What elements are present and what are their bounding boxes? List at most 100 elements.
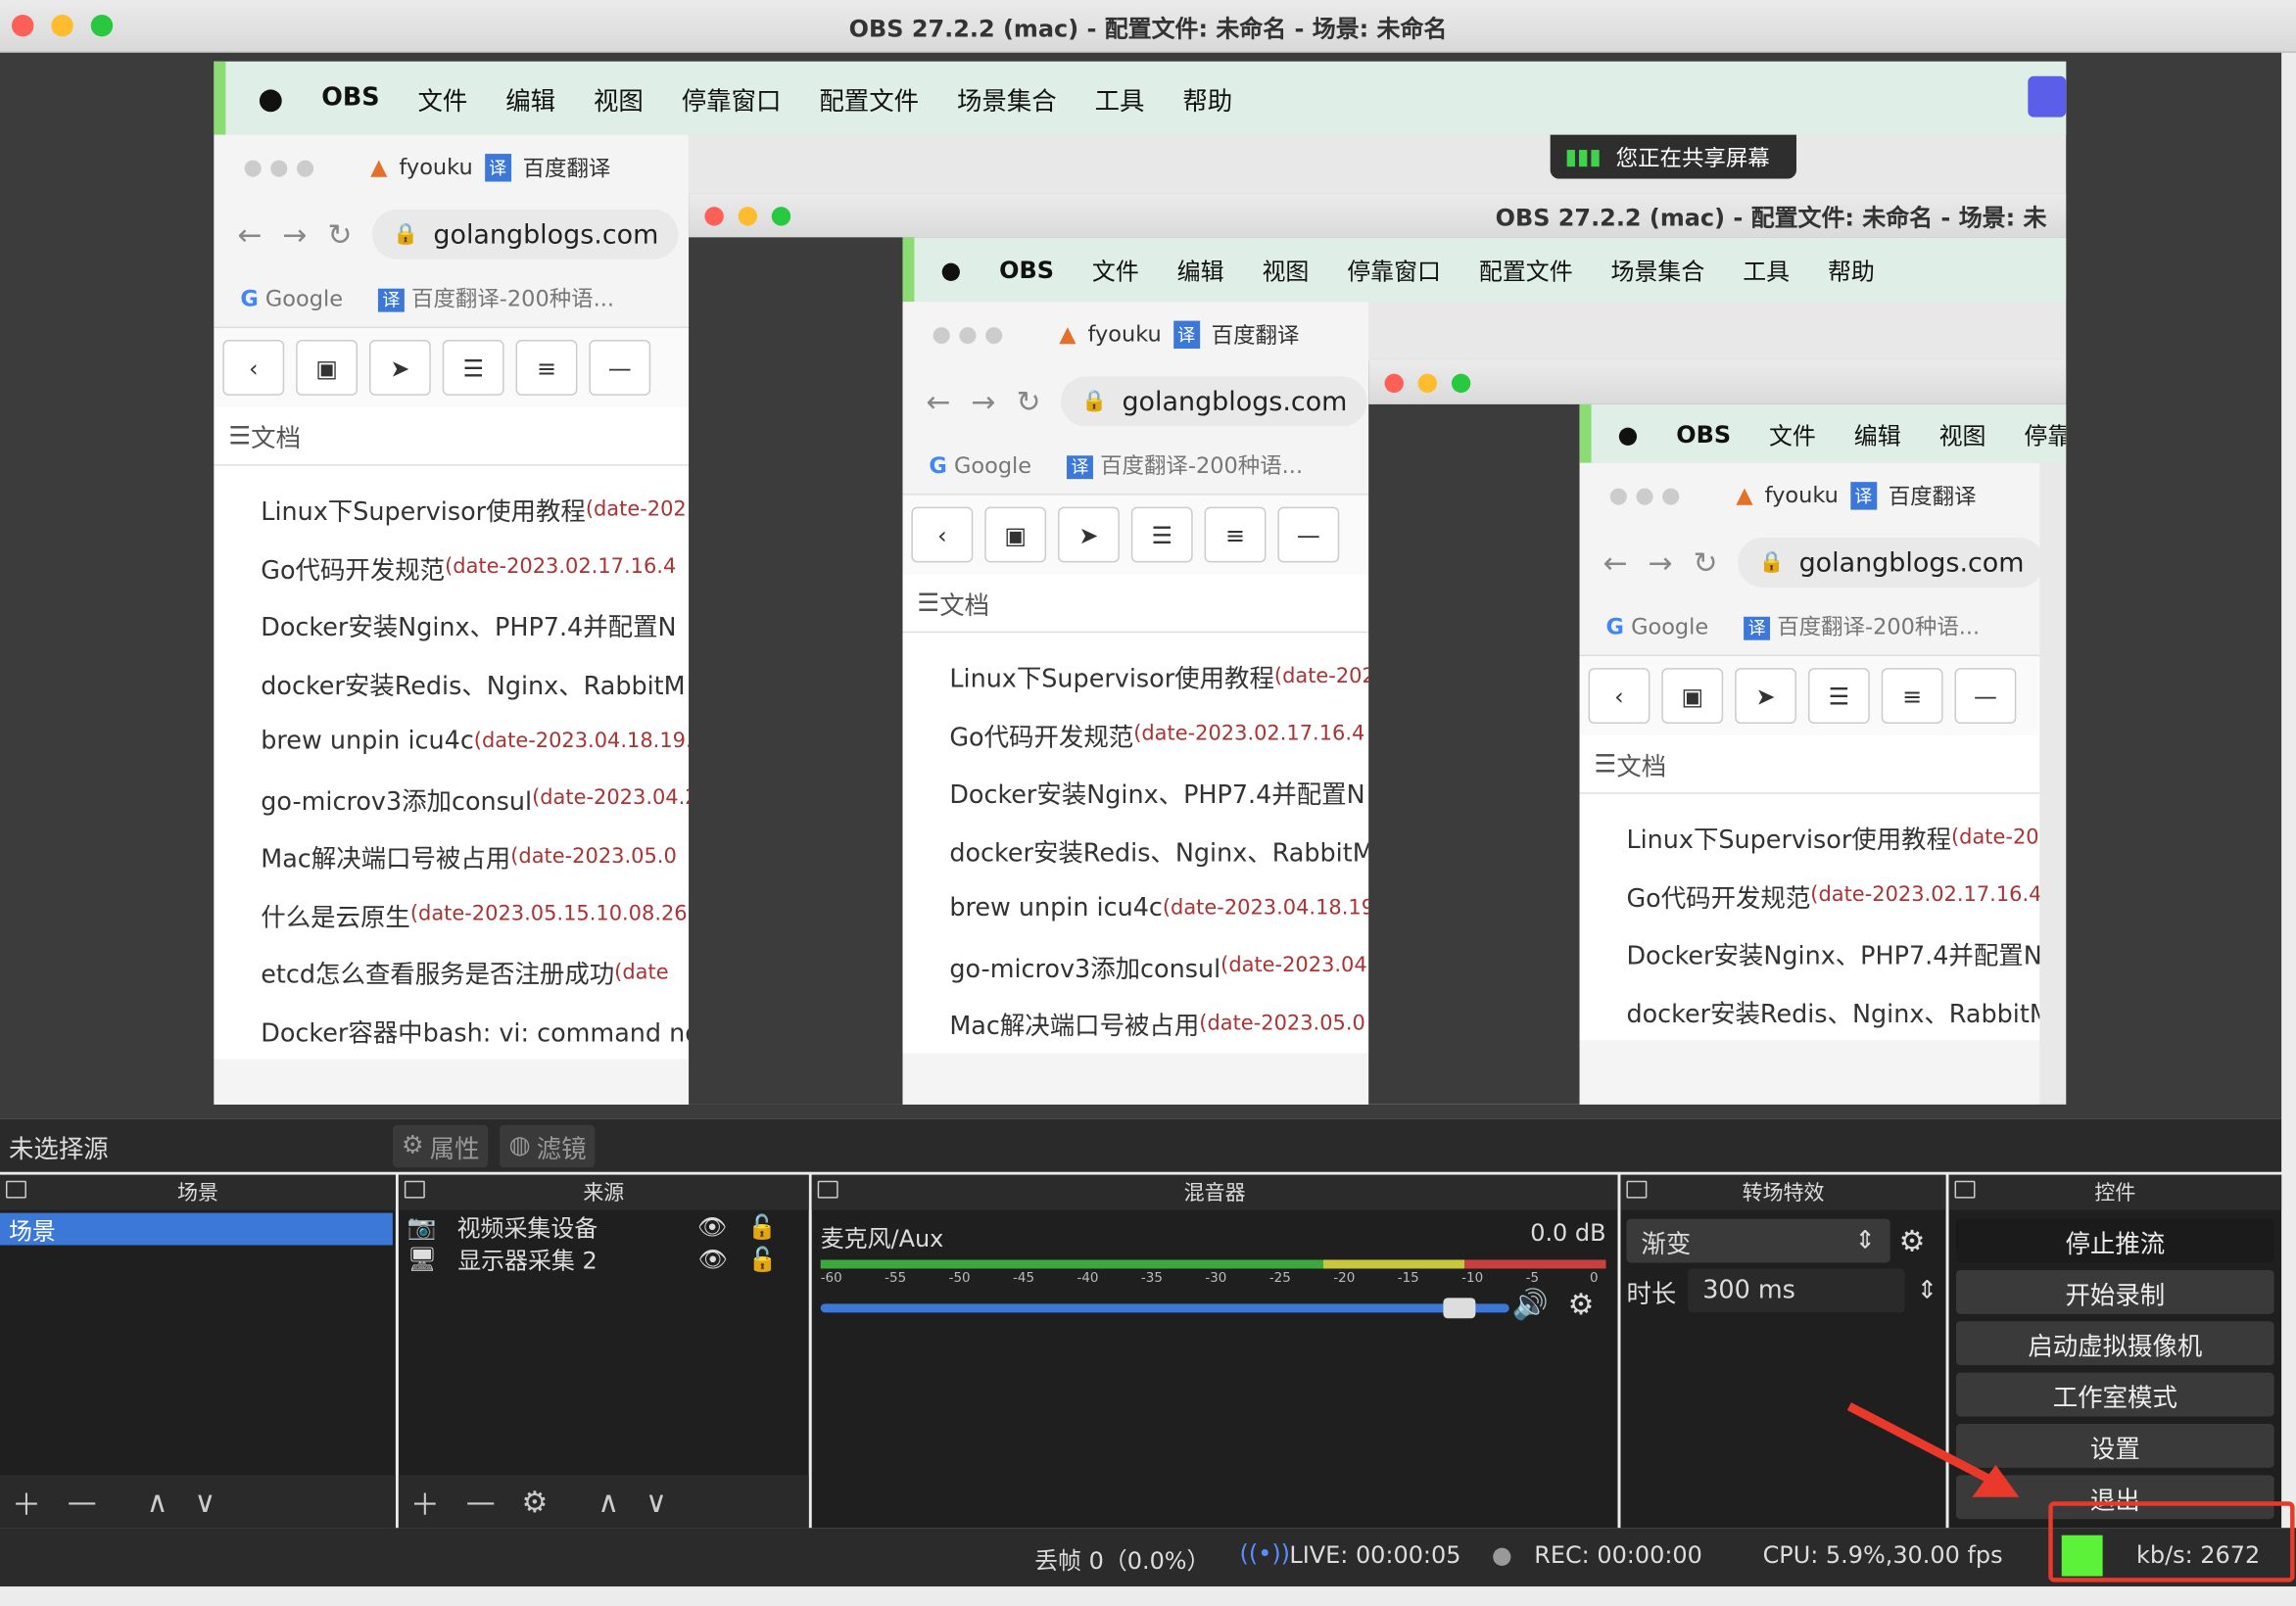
send-icon: ➤ — [368, 340, 431, 396]
window-title: OBS 27.2.2 (mac) - 配置文件: 未命名 - 场景: 未命名 — [848, 14, 1448, 42]
move-down-icon[interactable]: ∨ — [646, 1484, 667, 1519]
stepper-icon[interactable]: ⇕ — [1917, 1276, 1937, 1305]
status-bar: 丢帧 0（0.0%） ((•)) LIVE: 00:00:05 ● REC: 0… — [0, 1501, 2296, 1587]
volume-slider[interactable] — [820, 1298, 1509, 1319]
lock-icon[interactable]: 🔓 — [748, 1245, 778, 1272]
menu-icon: ☰ — [228, 421, 252, 450]
menu-dock: 停靠窗口 — [681, 87, 782, 117]
traffic-lights-icon: ● ● ● — [243, 154, 315, 180]
scene-item[interactable]: 场景 — [0, 1212, 393, 1246]
dock-undock-icon[interactable] — [817, 1180, 838, 1199]
signal-icon: ▮▮▮ — [1564, 143, 1602, 170]
start-virtual-camera-button[interactable]: 启动虚拟摄像机 — [1956, 1321, 2274, 1366]
bookmark-google: Google — [264, 284, 344, 311]
list-item: Linux下Supervisor使用教程 (date-202 — [261, 497, 687, 528]
record-dot-icon: ● — [1491, 1540, 1512, 1570]
menu-help: 帮助 — [1182, 87, 1233, 117]
zoom-window-button[interactable] — [90, 14, 114, 37]
list-item: Docker容器中bash: vi: command no — [261, 1018, 690, 1049]
duration-input[interactable]: 300 ms — [1688, 1268, 1905, 1313]
no-source-label: 未选择源 — [8, 1134, 109, 1164]
add-icon[interactable]: ＋ — [410, 1481, 440, 1523]
save-icon: ▣ — [296, 340, 358, 396]
gear-icon[interactable]: ⚙ — [1568, 1286, 1595, 1321]
minimize-window-button[interactable] — [51, 14, 73, 37]
browser-tabs: ● ● ● ▲ fyouku 译 百度翻译 — [214, 135, 689, 200]
mixer-track-header: 麦克风/Aux 0.0 dB — [812, 1210, 1618, 1254]
source-toolbar: 未选择源 ⚙ 属性 ◍ 滤镜 — [0, 1118, 2282, 1172]
dock-undock-icon[interactable] — [5, 1180, 26, 1199]
doc-list: Linux下Supervisor使用教程 (date-202 Go代码开发规范 (d… — [214, 465, 690, 1060]
controls-title: 控件 — [2094, 1182, 2136, 1206]
filters-button[interactable]: ◍ 滤镜 — [500, 1124, 596, 1167]
meter-tick: -50 — [948, 1271, 971, 1287]
gear-icon[interactable]: ⚙ — [1899, 1223, 1926, 1258]
annotation-arrow — [1846, 1402, 2020, 1497]
close-window-button[interactable] — [11, 14, 34, 37]
remove-icon[interactable]: — — [466, 1484, 496, 1519]
duration-label: 时长 — [1626, 1279, 1677, 1309]
share-banner-text: 您正在共享屏幕 — [1615, 144, 1770, 171]
docs-tab: ☰ 文档 — [214, 406, 690, 466]
list-item: Go代码开发规范 (date-2023.02.17.16.4 — [261, 555, 677, 586]
start-recording-button[interactable]: 开始录制 — [1956, 1269, 2274, 1314]
mixer-dock: 混音器 麦克风/Aux 0.0 dB -60 -55 -50 -45 -40 -35 -30-… — [811, 1174, 1618, 1529]
speaker-icon[interactable]: 🔊 — [1512, 1286, 1549, 1321]
bookmarks-bar: G Google 译 百度翻译-200种语... — [214, 269, 690, 329]
captured-screen: ● OBS 文件 编辑 视图 停靠窗口 配置文件 场景集合 工具 帮助 ▮▮▮ … — [214, 61, 2067, 1105]
move-up-icon[interactable]: ∧ — [147, 1484, 168, 1519]
lock-icon[interactable]: 🔓 — [747, 1212, 777, 1240]
menu-edit: 编辑 — [505, 87, 556, 117]
filter-icon: ◍ — [508, 1130, 531, 1160]
menu-profile: 配置文件 — [819, 87, 920, 117]
meter-tick: -60 — [820, 1271, 842, 1287]
gitlab-icon: ▲ — [370, 154, 388, 180]
select-arrows-icon: ⇕ — [1854, 1226, 1876, 1255]
eye-icon[interactable]: 👁 — [697, 1212, 727, 1240]
transition-title: 转场特效 — [1742, 1182, 1825, 1206]
remove-icon[interactable]: — — [68, 1484, 97, 1519]
reload-icon: ↻ — [327, 216, 353, 253]
nested-capture: ● OBS 文件 编辑 视图 停靠窗口 配置文件 场景集合 工具 帮助 ● ● ● ▲ fyouku 译… — [902, 237, 2067, 1105]
menu-scene-collection: 场景集合 — [956, 87, 1057, 117]
monitor-icon: 🖥 — [407, 1244, 438, 1273]
back-arrow-icon: ← — [237, 216, 263, 253]
meter-tick: -25 — [1268, 1271, 1291, 1287]
meter-tick: -35 — [1140, 1271, 1163, 1287]
meter-tick: -15 — [1397, 1271, 1419, 1287]
menu-obs: OBS — [321, 83, 380, 114]
source-item[interactable]: 🖥 显示器采集 2 👁 🔓 — [399, 1243, 809, 1275]
translate-icon: 译 — [484, 153, 511, 181]
meter-tick: -10 — [1461, 1271, 1484, 1287]
gear-icon[interactable]: ⚙ — [522, 1484, 549, 1519]
dock-undock-icon[interactable] — [1954, 1180, 1976, 1199]
volume-slider-handle[interactable] — [1442, 1298, 1475, 1319]
eye-icon[interactable]: 👁 — [698, 1245, 728, 1272]
list-item: Mac解决端口号被占用 (date-2023.05.0 — [261, 844, 677, 875]
move-down-icon[interactable]: ∨ — [194, 1484, 215, 1519]
window-titlebar: OBS 27.2.2 (mac) - 配置文件: 未命名 - 场景: 未命名 — [0, 0, 2296, 53]
rec-time: REC: 00:00:00 — [1534, 1540, 1702, 1570]
mixer-title: 混音器 — [1183, 1182, 1246, 1206]
source-item[interactable]: 📷 视频采集设备 👁 🔓 — [399, 1210, 809, 1243]
stream-health-indicator — [2061, 1535, 2103, 1577]
apple-icon: ● — [258, 80, 284, 117]
move-up-icon[interactable]: ∧ — [598, 1484, 619, 1519]
dock-undock-icon[interactable] — [404, 1180, 425, 1199]
scenes-dock: 场景 场景 ＋ — ∧ ∨ — [0, 1174, 396, 1529]
transition-select[interactable]: 渐变 ⇕ — [1626, 1218, 1890, 1263]
chevron-left-icon: ‹ — [222, 340, 285, 396]
menu-view: 视图 — [594, 87, 644, 117]
dock-undock-icon[interactable] — [1626, 1180, 1648, 1199]
properties-button[interactable]: ⚙ 属性 — [392, 1124, 489, 1167]
nested-obs-window: ● ● ● OBS 27.2.2 (mac) - 配置文件: 未命名 - 场景: 未… — [689, 193, 2067, 1105]
list-item: brew unpin icu4c (date-2023.04.18.19.1 — [261, 726, 690, 756]
preview-canvas[interactable]: ● OBS 文件 编辑 视图 停靠窗口 配置文件 场景集合 工具 帮助 ▮▮▮ … — [0, 52, 2282, 1119]
browser-window: ● ● ● ▲ fyouku 译 百度翻译 ← → ↻ 🔒 golangblogs… — [214, 134, 690, 1105]
add-icon[interactable]: ＋ — [12, 1481, 41, 1523]
stop-streaming-button[interactable]: 停止推流 — [1956, 1218, 2274, 1263]
dropped-frames: 丢帧 0（0.0%） — [1034, 1546, 1211, 1576]
bitrate: kb/s: 2672 — [2136, 1540, 2261, 1570]
meter-tick: -55 — [885, 1271, 907, 1287]
forward-arrow-icon: → — [282, 216, 308, 253]
